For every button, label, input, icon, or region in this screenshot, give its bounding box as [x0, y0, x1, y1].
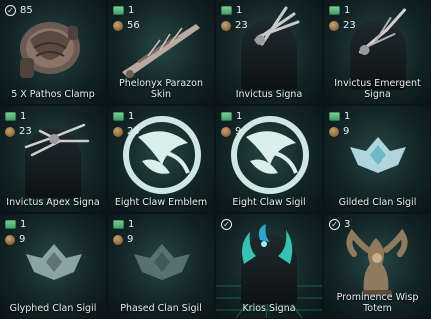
item-label: Glyphed Clan Sigil [9, 303, 97, 314]
price-badge: 1 [113, 219, 134, 230]
credits-icon [5, 126, 15, 137]
price-badge: 1 [221, 111, 242, 122]
item-label: Krios Signa [242, 303, 296, 314]
platinum-icon [221, 112, 232, 121]
platinum-icon [113, 112, 124, 121]
owned-badge: ✓ [221, 219, 232, 230]
item-label: Gilded Clan Sigil [338, 197, 417, 208]
owned-check-icon: ✓ [221, 219, 232, 230]
item-label: Phelonyx Parazon Skin [118, 78, 203, 100]
credits-icon [221, 126, 231, 137]
credits-badge: 23 [5, 126, 32, 137]
platinum-icon [113, 6, 124, 15]
platinum-icon [329, 6, 340, 15]
owned-count-badge: ✓ 3 [329, 219, 350, 230]
platinum-icon [113, 220, 124, 229]
item-tile-krios-signa[interactable]: ✓ Krios Signa [216, 214, 322, 318]
item-tile-pathos-clamp[interactable]: ✓ 85 5 X Pathos Clamp [0, 0, 106, 104]
platinum-icon [221, 6, 232, 15]
item-tile-phased-clan-sigil[interactable]: 1 9 Phased Clan Sigil [108, 214, 214, 318]
item-label: Phased Clan Sigil [120, 303, 202, 314]
item-tile-eight-claw-emblem[interactable]: 1 25 Eight Claw Emblem [108, 106, 214, 212]
credits-badge: 23 [329, 20, 356, 31]
price-badge: 1 [221, 5, 242, 16]
item-tile-invictus-apex-signa[interactable]: 1 23 Invictus Apex Signa [0, 106, 106, 212]
price-badge: 1 [113, 5, 134, 16]
item-tile-gilded-clan-sigil[interactable]: 1 9 Gilded Clan Sigil [324, 106, 431, 212]
credits-badge: 23 [221, 20, 248, 31]
item-label: Prominence Wisp Totem [336, 292, 419, 314]
inventory-grid: ✓ 85 5 X Pathos Clamp 1 56 Phelonyx Para… [0, 0, 431, 319]
credits-icon [113, 20, 123, 31]
item-tile-prominence-wisp-totem[interactable]: ✓ 3 Prominence Wisp Totem [324, 214, 431, 318]
item-label: Invictus Emergent Signa [334, 78, 421, 100]
item-tile-eight-claw-sigil[interactable]: 1 9 Eight Claw Sigil [216, 106, 322, 212]
item-label: Eight Claw Sigil [232, 197, 306, 208]
credits-badge: 9 [221, 126, 241, 137]
credits-icon [329, 126, 339, 137]
item-tile-invictus-signa[interactable]: 1 23 Invictus Signa [216, 0, 322, 104]
price-badge: 1 [5, 111, 26, 122]
credits-icon [113, 126, 123, 137]
owned-count-badge: ✓ 85 [5, 5, 33, 16]
owned-check-icon: ✓ [5, 5, 16, 16]
credits-icon [5, 234, 15, 245]
platinum-icon [5, 220, 16, 229]
item-label: Eight Claw Emblem [114, 197, 208, 208]
item-tile-glyphed-clan-sigil[interactable]: 1 9 Glyphed Clan Sigil [0, 214, 106, 318]
credits-icon [221, 20, 231, 31]
credits-icon [113, 234, 123, 245]
price-badge: 1 [5, 219, 26, 230]
platinum-icon [5, 112, 16, 121]
credits-badge: 9 [113, 234, 133, 245]
credits-badge: 56 [113, 20, 140, 31]
item-tile-invictus-emergent-signa[interactable]: 1 23 Invictus Emergent Signa [324, 0, 431, 104]
credits-badge: 25 [113, 126, 140, 137]
credits-icon [329, 20, 339, 31]
price-badge: 1 [329, 5, 350, 16]
item-label: Invictus Apex Signa [6, 197, 100, 208]
price-badge: 1 [329, 111, 350, 122]
item-label: 5 X Pathos Clamp [11, 89, 95, 100]
credits-badge: 9 [329, 126, 349, 137]
credits-badge: 9 [5, 234, 25, 245]
item-tile-phelonyx-parazon-skin[interactable]: 1 56 Phelonyx Parazon Skin [108, 0, 214, 104]
item-label: Invictus Signa [235, 89, 303, 100]
price-badge: 1 [113, 111, 134, 122]
owned-check-icon: ✓ [329, 219, 340, 230]
platinum-icon [329, 112, 340, 121]
